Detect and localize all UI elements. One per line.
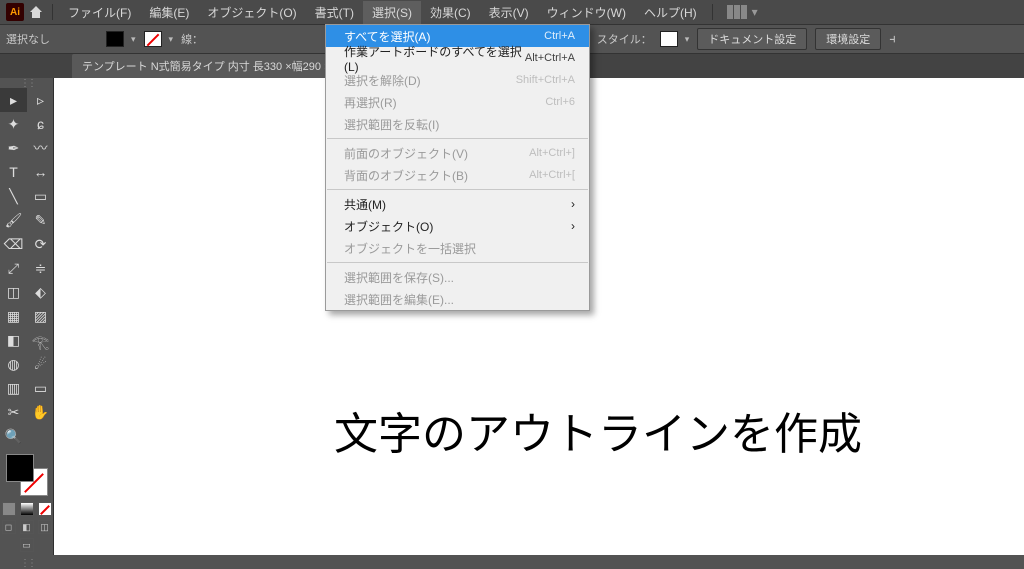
selection-state-label: 選択なし — [6, 31, 50, 47]
tool-rect[interactable]: ▭ — [27, 184, 54, 208]
tool-eraser[interactable]: ⌫ — [0, 232, 27, 256]
menu-item-label: 選択を解除(D) — [344, 72, 421, 89]
tool-eyedrop[interactable]: 𓂀 — [27, 328, 54, 352]
menu-item-label: オブジェクトを一括選択 — [344, 240, 476, 257]
menu-item-label: 選択範囲を反転(I) — [344, 116, 439, 133]
tool-pencil[interactable]: ✎ — [27, 208, 54, 232]
menu-separator — [327, 262, 588, 263]
menu-item-shortcut: Alt+Ctrl+A — [525, 52, 575, 64]
tool-hand[interactable]: ✋ — [27, 400, 54, 424]
menu-item: 背面のオブジェクト(B) Alt+Ctrl+[ — [326, 164, 589, 186]
select-menu-dropdown: すべてを選択(A)Ctrl+A作業アートボードのすべてを選択(L)Alt+Ctr… — [325, 24, 590, 311]
none-mode-icon[interactable] — [38, 502, 52, 516]
menu-item-shortcut: Ctrl+A — [544, 30, 575, 42]
menu-選択[interactable]: 選択(S) — [363, 1, 421, 24]
menu-item: 再選択(R) Ctrl+6 — [326, 91, 589, 113]
tool-rotate[interactable]: ⟳ — [27, 232, 54, 256]
tool-mesh[interactable]: ▨ — [27, 304, 54, 328]
tool-zoom[interactable]: 🔍 — [0, 424, 27, 448]
tool-slice[interactable]: ✂ — [0, 400, 27, 424]
tool-selection[interactable]: ▸ — [0, 88, 27, 112]
tool-brush[interactable]: 🖌 — [0, 208, 27, 232]
menu-item-label: 前面のオブジェクト(V) — [344, 145, 468, 162]
menu-効果[interactable]: 効果(C) — [421, 1, 480, 24]
menu-item-shortcut: Shift+Ctrl+A — [516, 74, 575, 86]
tool-type[interactable]: T — [0, 160, 27, 184]
stroke-swatch[interactable] — [144, 31, 174, 47]
tool-touchtype[interactable]: ↔ — [27, 160, 54, 184]
toolbox-panel: ▸▹✦ɕ✒〰T↔╲▭🖌✎⌫⟳⤢≑◫⬖▦▨◧𓂀◍☄▥▭✂✋🔍 ◻ ◧ ◫ ▭ — [0, 78, 54, 555]
tool-wand[interactable]: ✦ — [0, 112, 27, 136]
tool-width[interactable]: ≑ — [27, 256, 54, 280]
menu-item-label: 共通(M) — [344, 196, 386, 213]
tool-blend[interactable]: ◍ — [0, 352, 27, 376]
menu-item[interactable]: 共通(M) — [326, 193, 589, 215]
tool-shapebuild[interactable]: ⬖ — [27, 280, 54, 304]
menu-書式[interactable]: 書式(T) — [306, 1, 363, 24]
menu-item[interactable]: オブジェクト(O) — [326, 215, 589, 237]
menu-bar: Ai ファイル(F)編集(E)オブジェクト(O)書式(T)選択(S)効果(C)表… — [0, 0, 1024, 24]
tool-scale[interactable]: ⤢ — [0, 256, 27, 280]
menu-separator — [52, 4, 53, 20]
menu-item-shortcut: Ctrl+6 — [545, 96, 575, 108]
tool-curvature[interactable]: 〰 — [27, 136, 54, 160]
menu-item: 選択範囲を保存(S)... — [326, 266, 589, 288]
menu-separator — [327, 189, 588, 190]
edit-toolbar-icon[interactable] — [0, 558, 54, 568]
stroke-label: 線： — [181, 31, 203, 47]
menu-表示[interactable]: 表示(V) — [480, 1, 538, 24]
menu-ウィンドウ[interactable]: ウィンドウ(W) — [538, 1, 635, 24]
tool-line[interactable]: ╲ — [0, 184, 27, 208]
menu-item-shortcut: Alt+Ctrl+[ — [529, 169, 575, 181]
tool-gradient[interactable]: ◧ — [0, 328, 27, 352]
gradient-mode-icon[interactable] — [20, 502, 34, 516]
tool-graph[interactable]: ▥ — [0, 376, 27, 400]
screen-mode-icon[interactable]: ▭ — [20, 538, 34, 552]
menu-item-label: 再選択(R) — [344, 94, 397, 111]
menu-item: オブジェクトを一括選択 — [326, 237, 589, 259]
menu-オブジェクト[interactable]: オブジェクト(O) — [198, 1, 305, 24]
menu-item[interactable]: 作業アートボードのすべてを選択(L)Alt+Ctrl+A — [326, 47, 589, 69]
document-setup-button[interactable]: ドキュメント設定 — [697, 28, 807, 50]
fill-stroke-proxy[interactable] — [6, 454, 48, 496]
menu-item-label: 選択範囲を保存(S)... — [344, 269, 454, 286]
menu-ヘルプ[interactable]: ヘルプ(H) — [635, 1, 706, 24]
menu-item-label: 作業アートボードのすべてを選択(L) — [344, 43, 525, 74]
menu-編集[interactable]: 編集(E) — [140, 1, 198, 24]
arrange-documents-icon[interactable] — [727, 5, 747, 19]
preferences-button[interactable]: 環境設定 — [815, 28, 881, 50]
tool-symbol[interactable]: ☄ — [27, 352, 54, 376]
menu-item-label: オブジェクト(O) — [344, 218, 433, 235]
draw-behind-icon[interactable]: ◧ — [20, 520, 34, 534]
panel-grip-icon[interactable] — [0, 78, 54, 88]
menu-item-shortcut: Alt+Ctrl+] — [529, 147, 575, 159]
style-label: スタイル： — [597, 31, 652, 47]
tool-perspective[interactable]: ▦ — [0, 304, 27, 328]
tool-free[interactable]: ◫ — [0, 280, 27, 304]
draw-inside-icon[interactable]: ◫ — [38, 520, 52, 534]
tool-pen[interactable]: ✒ — [0, 136, 27, 160]
canvas-text-object[interactable]: 文字のアウトラインを作成 — [334, 398, 862, 462]
menu-ファイル[interactable]: ファイル(F) — [59, 1, 140, 24]
dropdown-caret-icon[interactable]: ▾ — [749, 5, 761, 19]
draw-normal-icon[interactable]: ◻ — [2, 520, 16, 534]
align-icon[interactable]: ⫞ — [889, 31, 896, 47]
menu-item-label: 背面のオブジェクト(B) — [344, 167, 468, 184]
color-mode-icon[interactable] — [2, 502, 16, 516]
tool-artboard[interactable]: ▭ — [27, 376, 54, 400]
menu-item: 前面のオブジェクト(V) Alt+Ctrl+] — [326, 142, 589, 164]
fill-swatch[interactable] — [106, 31, 136, 47]
home-icon[interactable] — [26, 2, 46, 22]
menu-separator — [712, 4, 713, 20]
tool-lasso[interactable]: ɕ — [27, 112, 54, 136]
tool-direct[interactable]: ▹ — [27, 88, 54, 112]
menu-item: 選択範囲を編集(E)... — [326, 288, 589, 310]
graphic-style-swatch[interactable] — [660, 31, 690, 47]
app-logo-icon: Ai — [6, 3, 24, 21]
menu-separator — [327, 138, 588, 139]
menu-item-label: 選択範囲を編集(E)... — [344, 291, 454, 308]
menu-item: 選択範囲を反転(I) — [326, 113, 589, 135]
fill-proxy[interactable] — [6, 454, 34, 482]
